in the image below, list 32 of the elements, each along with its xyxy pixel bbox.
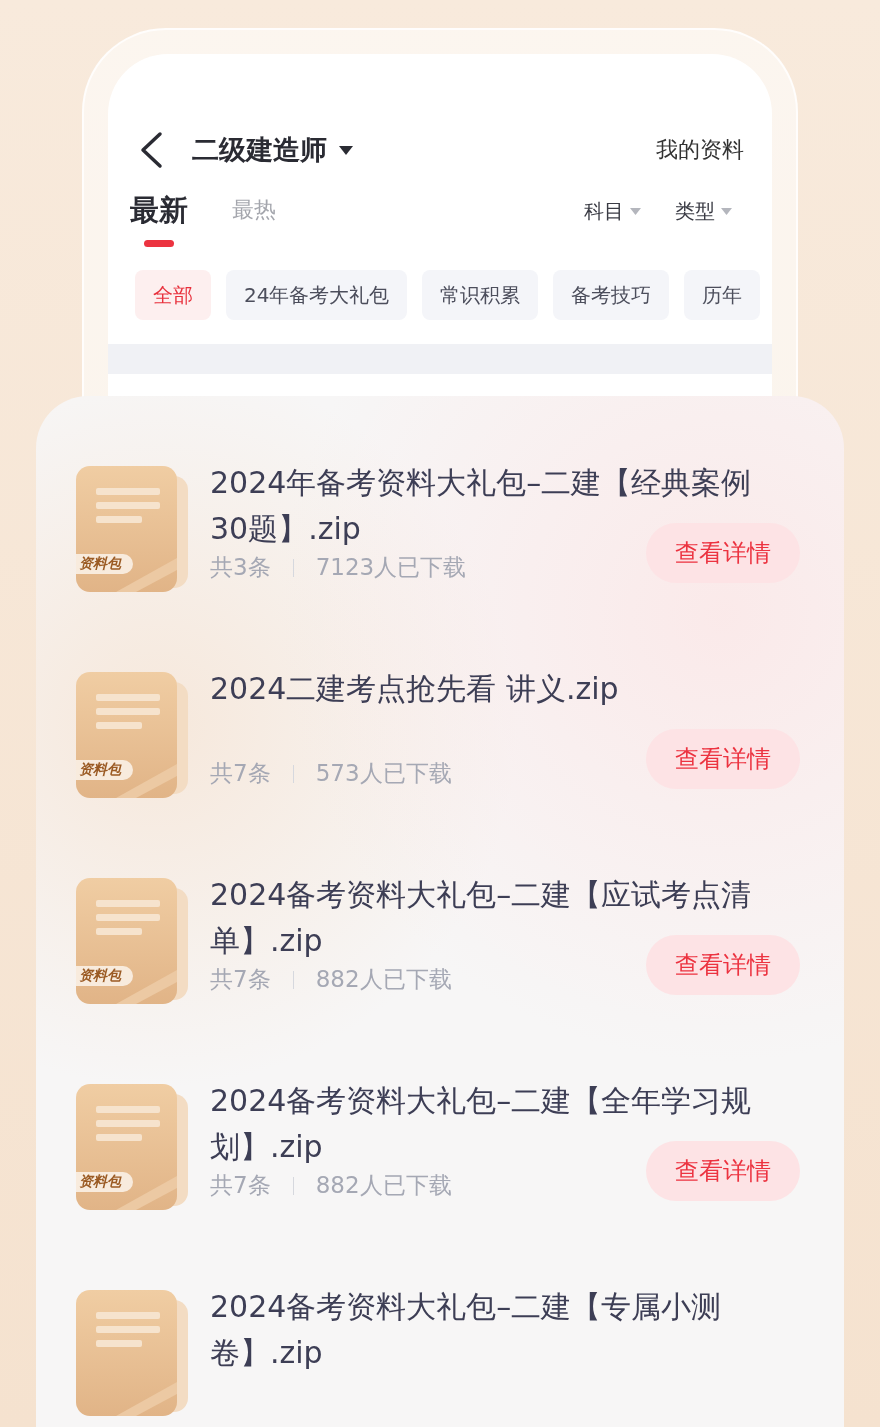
caret-icon[interactable] — [339, 145, 353, 155]
icon-label: 资料包 — [76, 966, 133, 986]
page-title[interactable]: 二级建造师 — [192, 132, 327, 168]
category-chip[interactable]: 24年备考大礼包 — [226, 270, 408, 320]
tab[interactable]: 最新 — [130, 190, 188, 247]
icon-label: 资料包 — [76, 554, 133, 574]
my-materials-link[interactable]: 我的资料 — [656, 135, 744, 165]
icon-label: 资料包 — [76, 760, 133, 780]
document-icon — [76, 1290, 188, 1416]
document-icon — [76, 878, 188, 1004]
caret-icon — [721, 208, 732, 215]
category-chip[interactable]: 常识积累 — [422, 270, 539, 320]
category-chip[interactable]: 备考技巧 — [553, 270, 670, 320]
document-icon — [76, 672, 188, 798]
file-title[interactable]: 2024备考资料大礼包–二建【专属小测卷】.zip — [210, 1284, 780, 1376]
document-icon — [76, 466, 188, 592]
item-count: 共3条 — [210, 553, 271, 582]
item-count: 共7条 — [210, 759, 271, 788]
category-chip[interactable]: 历年 — [684, 270, 761, 320]
download-count: 882人已下载 — [315, 965, 452, 994]
item-count: 共7条 — [210, 1171, 271, 1200]
item-count: 共7条 — [210, 965, 271, 994]
back-icon[interactable] — [138, 131, 164, 169]
filter-dropdown[interactable]: 类型 — [675, 198, 732, 225]
download-count: 573人已下载 — [315, 759, 452, 788]
download-count: 882人已下载 — [315, 1171, 452, 1200]
filter-dropdown[interactable]: 科目 — [584, 198, 641, 225]
caret-icon — [630, 208, 641, 215]
category-chip[interactable]: 全部 — [135, 270, 211, 320]
download-count: 7123人已下载 — [315, 553, 467, 582]
document-icon — [76, 1084, 188, 1210]
icon-label: 资料包 — [76, 1172, 133, 1192]
